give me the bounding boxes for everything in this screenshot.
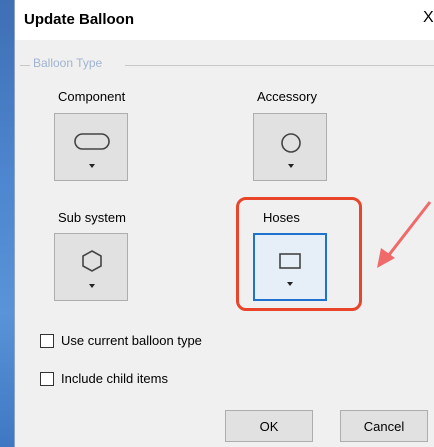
rounded-rectangle-icon <box>74 133 110 150</box>
component-label: Component <box>58 89 126 104</box>
hexagon-icon <box>82 250 102 272</box>
dropdown-arrow-icon <box>288 164 294 168</box>
use-current-balloon-type-row[interactable]: Use current balloon type <box>40 333 202 348</box>
group-border-right <box>125 65 434 66</box>
accessory-shape-button[interactable] <box>253 113 327 181</box>
accessory-label: Accessory <box>257 89 317 104</box>
group-border-left <box>20 65 30 66</box>
use-current-balloon-type-checkbox[interactable] <box>40 333 54 348</box>
sub-system-shape-button[interactable] <box>54 233 128 301</box>
title-bar: Update Balloon X <box>15 0 434 40</box>
dialog-title: Update Balloon <box>24 11 135 28</box>
close-icon[interactable]: X <box>423 9 434 27</box>
balloon-type-group-label: Balloon Type <box>33 56 106 70</box>
ok-button[interactable]: OK <box>225 410 313 442</box>
dropdown-arrow-icon <box>89 284 95 288</box>
hoses-highlight-annotation <box>236 197 362 311</box>
dropdown-arrow-icon <box>89 164 95 168</box>
include-child-items-checkbox[interactable] <box>40 371 54 386</box>
component-shape-button[interactable] <box>54 113 128 181</box>
cancel-button[interactable]: Cancel <box>340 410 428 442</box>
circle-icon <box>281 133 301 153</box>
include-child-items-row[interactable]: Include child items <box>40 371 168 386</box>
annotation-arrow-icon <box>377 201 432 268</box>
use-current-balloon-type-label: Use current balloon type <box>61 333 202 348</box>
include-child-items-label: Include child items <box>61 371 168 386</box>
update-balloon-dialog: Update Balloon X Balloon Type Component … <box>14 0 434 447</box>
sub-system-label: Sub system <box>58 210 126 225</box>
